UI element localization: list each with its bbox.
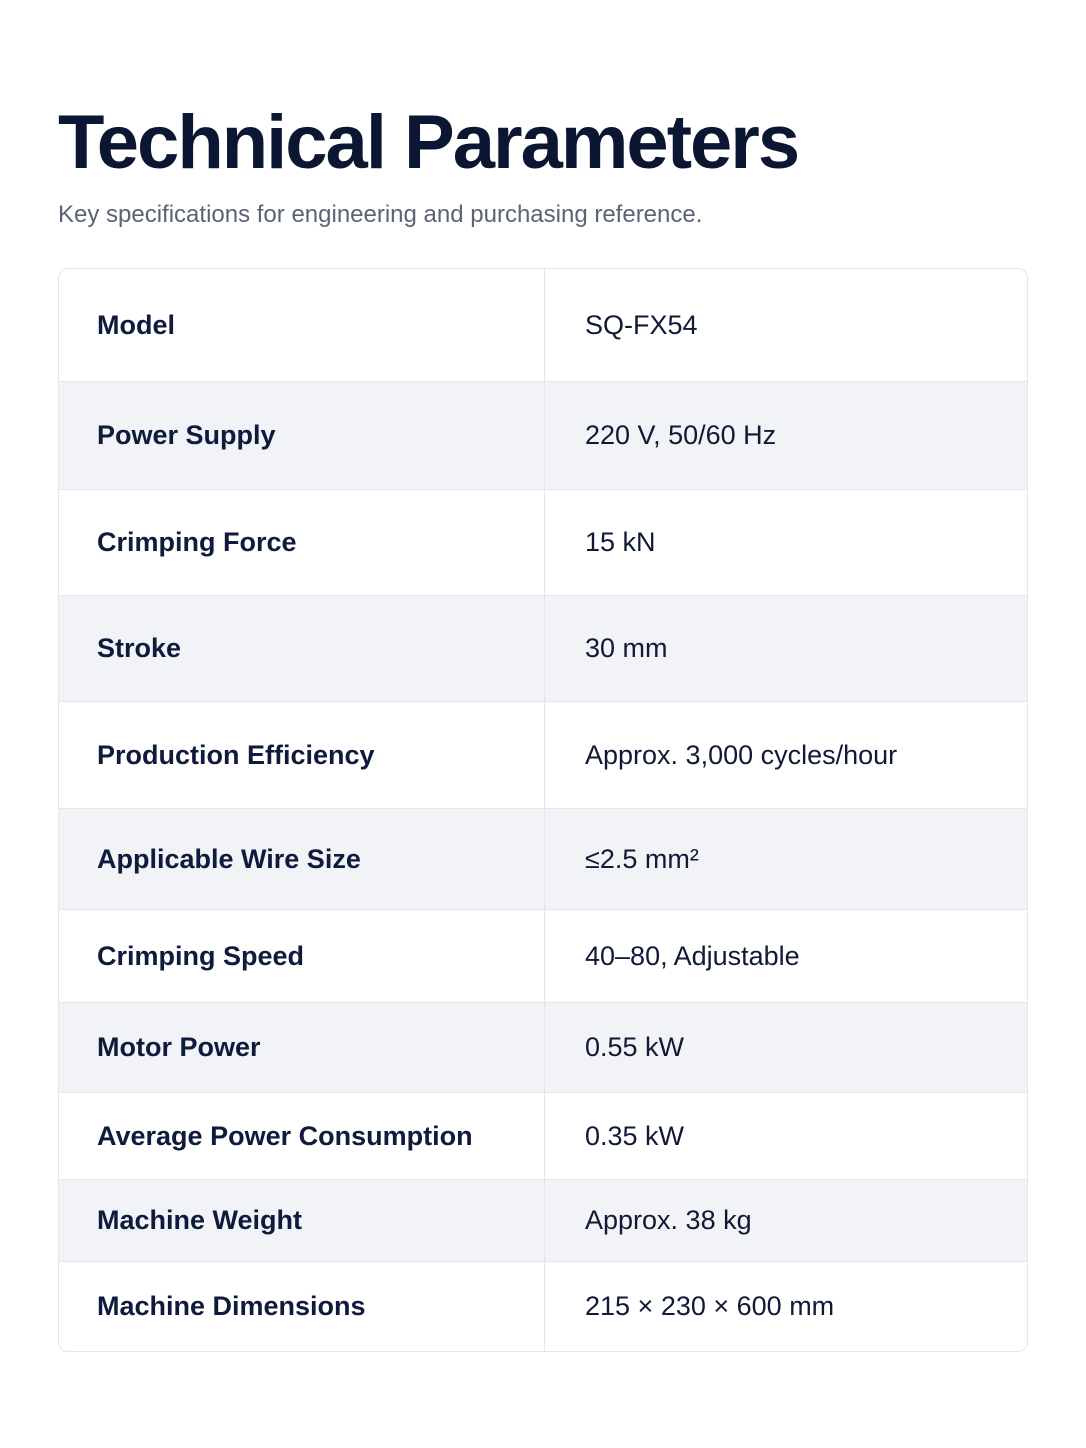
spec-row-stroke: Stroke 30 mm: [59, 595, 1027, 701]
spec-value: Approx. 3,000 cycles/hour: [585, 739, 898, 770]
spec-row-machine-weight: Machine Weight Approx. 38 kg: [59, 1179, 1027, 1261]
spec-row-average-power-consumption: Average Power Consumption 0.35 kW: [59, 1092, 1027, 1179]
spec-label: Production Efficiency: [59, 702, 545, 808]
spec-label: Model: [59, 269, 545, 381]
spec-value: 40–80, Adjustable: [585, 940, 800, 971]
spec-row-production-efficiency: Production Efficiency Approx. 3,000 cycl…: [59, 701, 1027, 808]
spec-label: Stroke: [59, 596, 545, 701]
spec-label: Machine Weight: [59, 1180, 545, 1261]
spec-label: Crimping Speed: [59, 910, 545, 1002]
spec-value: 15 kN: [585, 527, 656, 557]
spec-row-model: Model SQ-FX54: [59, 269, 1027, 381]
spec-row-machine-dimensions: Machine Dimensions 215 × 230 × 600 mm: [59, 1261, 1027, 1351]
spec-value: 30 mm: [585, 633, 668, 663]
spec-row-power-supply: Power Supply 220 V, 50/60 Hz: [59, 381, 1027, 489]
spec-label: Motor Power: [59, 1003, 545, 1092]
spec-value: 0.55 kW: [585, 1032, 685, 1062]
spec-table: Model SQ-FX54 Power Supply 220 V, 50/60 …: [58, 268, 1028, 1352]
spec-row-crimping-speed: Crimping Speed 40–80, Adjustable: [59, 909, 1027, 1002]
spec-label: Crimping Force: [59, 490, 545, 595]
spec-value: 220 V, 50/60 Hz: [585, 420, 777, 450]
spec-value: SQ-FX54: [585, 309, 698, 340]
spec-row-crimping-force: Crimping Force 15 kN: [59, 489, 1027, 595]
page-subtitle: Key specifications for engineering and p…: [58, 201, 703, 228]
spec-row-motor-power: Motor Power 0.55 kW: [59, 1002, 1027, 1092]
spec-value: ≤2.5 mm²: [585, 843, 699, 874]
page-title: Technical Parameters: [58, 100, 800, 185]
spec-value: 0.35 kW: [585, 1120, 685, 1151]
spec-label: Power Supply: [59, 382, 545, 489]
spec-label: Machine Dimensions: [59, 1262, 545, 1351]
spec-label: Average Power Consumption: [59, 1093, 545, 1179]
spec-row-applicable-wire-size: Applicable Wire Size ≤2.5 mm²: [59, 808, 1027, 909]
spec-value: 215 × 230 × 600 mm: [585, 1291, 835, 1321]
spec-label: Applicable Wire Size: [59, 809, 545, 909]
spec-value: Approx. 38 kg: [585, 1205, 752, 1235]
